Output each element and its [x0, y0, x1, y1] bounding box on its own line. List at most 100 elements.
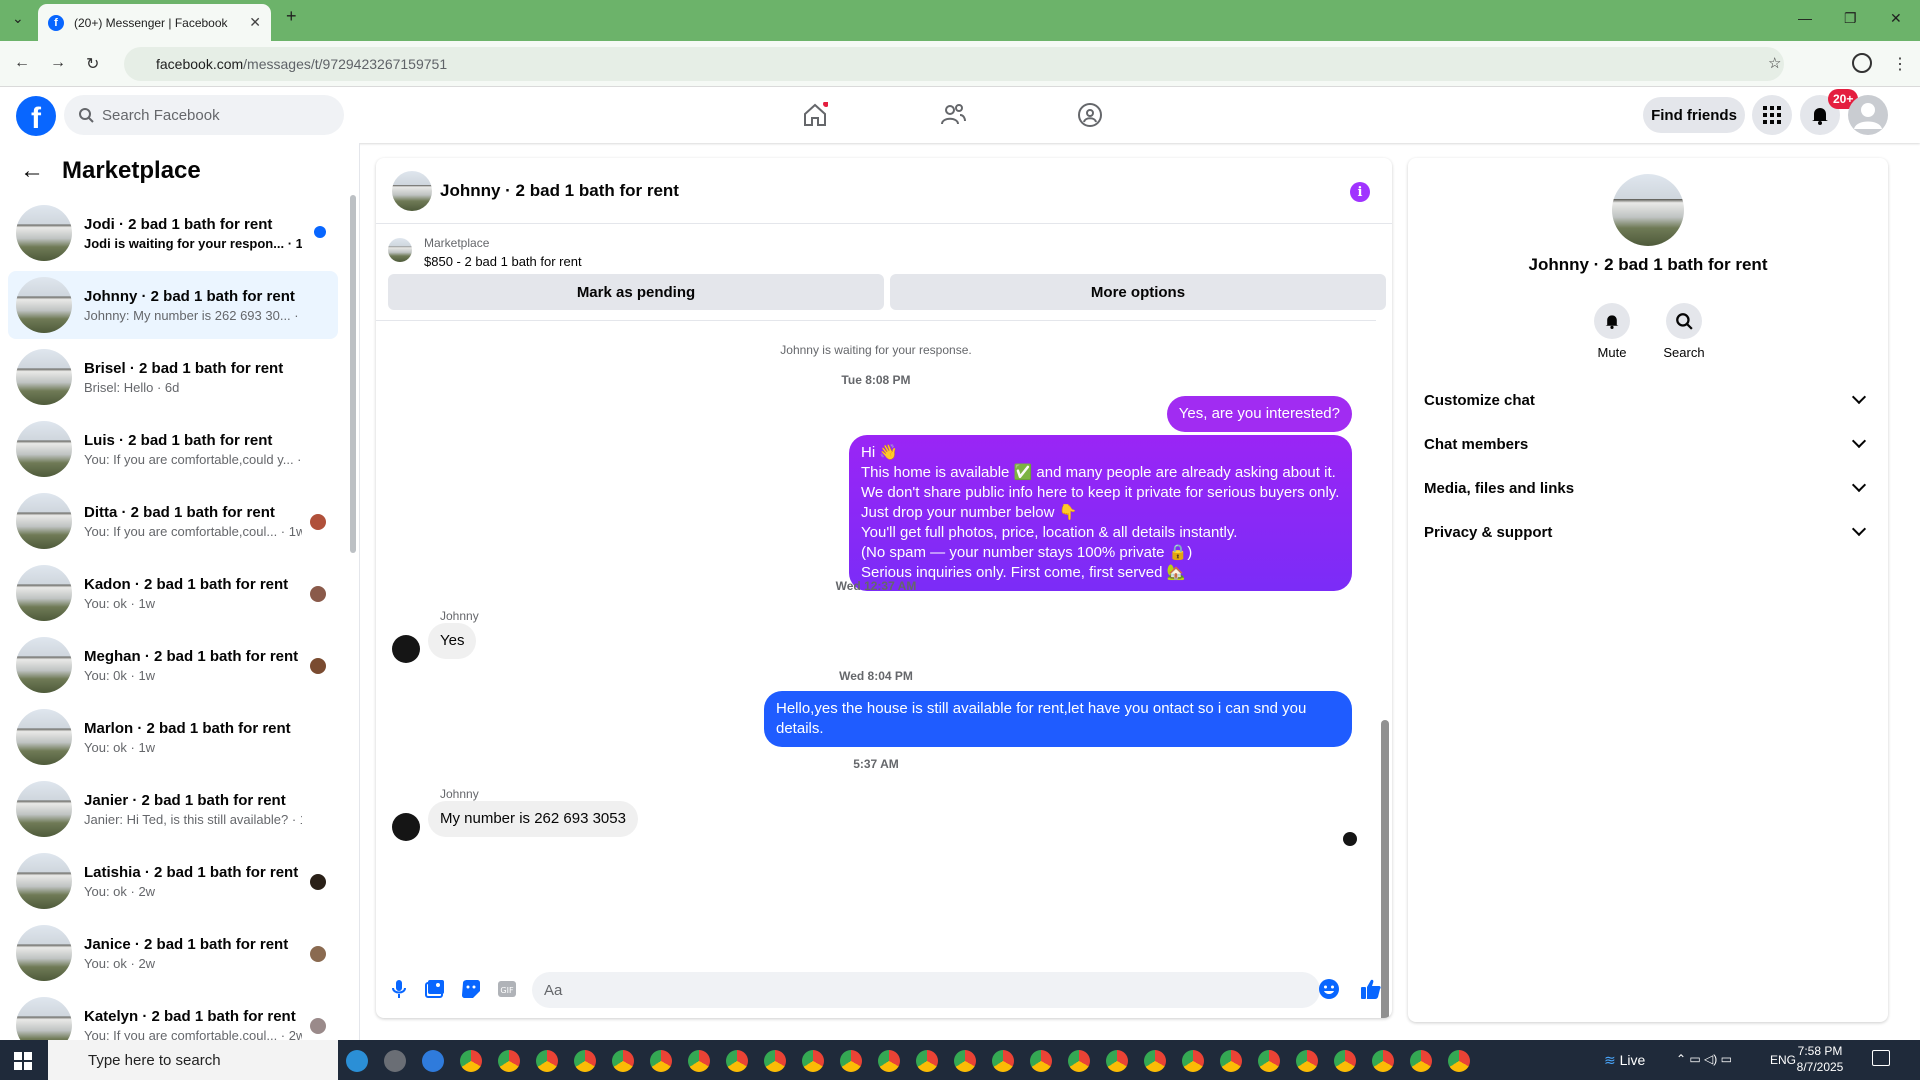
chrome-profile-icon[interactable]: [802, 1050, 824, 1072]
mark-as-pending-button[interactable]: Mark as pending: [388, 274, 884, 310]
new-tab-icon[interactable]: +: [286, 6, 297, 27]
chrome-profile-icon[interactable]: [650, 1050, 672, 1072]
friends-icon[interactable]: [939, 101, 967, 129]
conversation-row[interactable]: Katelyn · 2 bad 1 bath for rent You: If y…: [8, 991, 338, 1040]
conversation-row[interactable]: Brisel · 2 bad 1 bath for rent Brisel: He…: [8, 343, 338, 411]
info-icon[interactable]: i: [1350, 182, 1370, 202]
gif-icon[interactable]: GIF: [494, 976, 520, 1002]
privacy-support-row[interactable]: Privacy & support: [1424, 514, 1872, 550]
back-arrow-icon[interactable]: ←: [14, 54, 30, 72]
bookmark-star-icon[interactable]: ☆: [1768, 54, 1781, 72]
message-input[interactable]: Aa: [532, 972, 1320, 1008]
chrome-profile-icon[interactable]: [1030, 1050, 1052, 1072]
mute-button[interactable]: Mute: [1582, 303, 1642, 360]
chrome-profile-icon[interactable]: [764, 1050, 786, 1072]
customize-chat-row[interactable]: Customize chat: [1424, 382, 1872, 418]
chrome-profile-icon[interactable]: [1410, 1050, 1432, 1072]
conversation-row[interactable]: Janier · 2 bad 1 bath for rent Janier: Hi…: [8, 775, 338, 843]
outgoing-message[interactable]: Hello,yes the house is still available f…: [764, 691, 1352, 747]
conversation-row[interactable]: Jodi · 2 bad 1 bath for rent Jodi is wait…: [8, 199, 338, 267]
chrome-profile-icon[interactable]: [954, 1050, 976, 1072]
like-thumb-icon[interactable]: [1358, 976, 1384, 1002]
windows-start-icon[interactable]: [14, 1052, 32, 1075]
minimize-icon[interactable]: —: [1798, 10, 1812, 26]
chrome-profile-icon[interactable]: [1144, 1050, 1166, 1072]
chrome-profile-icon[interactable]: [498, 1050, 520, 1072]
weather-live[interactable]: ≋ Live: [1604, 1052, 1645, 1069]
incoming-message[interactable]: My number is 262 693 3053: [428, 801, 638, 837]
chrome-profile-icon[interactable]: [726, 1050, 748, 1072]
forward-arrow-icon[interactable]: →: [50, 54, 66, 72]
find-friends-button[interactable]: Find friends: [1643, 97, 1745, 133]
more-options-button[interactable]: More options: [890, 274, 1386, 310]
close-window-icon[interactable]: ✕: [1890, 10, 1902, 27]
taskbar-app-icon[interactable]: [422, 1050, 444, 1072]
outgoing-message[interactable]: Yes, are you interested?: [1166, 396, 1352, 432]
taskbar-search-box[interactable]: Type here to search: [48, 1040, 338, 1080]
tray-icons[interactable]: ⌃ ▭ ◁) ▭: [1676, 1052, 1732, 1066]
conversation-row[interactable]: Janice · 2 bad 1 bath for rent You: ok · …: [8, 919, 338, 987]
chrome-profile-icon[interactable]: [1334, 1050, 1356, 1072]
conversation-row[interactable]: Latishia · 2 bad 1 bath for rent You: ok …: [8, 847, 338, 915]
chrome-menu-icon[interactable]: ⋮: [1892, 54, 1908, 74]
action-center-icon[interactable]: [1872, 1050, 1890, 1066]
chrome-profile-icon[interactable]: [1448, 1050, 1470, 1072]
restore-icon[interactable]: ❐: [1844, 10, 1857, 27]
conversation-row[interactable]: Ditta · 2 bad 1 bath for rent You: If you…: [8, 487, 338, 555]
chrome-profile-icon[interactable]: [840, 1050, 862, 1072]
incoming-message[interactable]: Yes: [428, 623, 477, 659]
groups-icon[interactable]: [1076, 101, 1104, 129]
menu-grid-icon[interactable]: [1752, 95, 1792, 135]
back-arrow-icon[interactable]: ←: [20, 157, 44, 185]
home-icon[interactable]: [801, 101, 829, 129]
outgoing-message[interactable]: Hi 👋 This home is available ✅ and many pe…: [849, 435, 1352, 591]
browser-tab[interactable]: f (20+) Messenger | Facebook ✕: [38, 4, 271, 41]
chrome-profile-icon[interactable]: [460, 1050, 482, 1072]
account-avatar[interactable]: [1848, 95, 1888, 135]
listing-title[interactable]: $850 - 2 bad 1 bath for rent: [424, 254, 582, 269]
conversation-row[interactable]: Kadon · 2 bad 1 bath for rent You: ok · 1…: [8, 559, 338, 627]
facebook-logo[interactable]: f: [16, 96, 56, 136]
photo-icon[interactable]: [422, 976, 448, 1002]
chrome-profile-icon[interactable]: [1258, 1050, 1280, 1072]
chrome-profile-icon[interactable]: [612, 1050, 634, 1072]
chrome-profile-icon[interactable]: [1296, 1050, 1318, 1072]
taskbar-app-icon[interactable]: [384, 1050, 406, 1072]
chat-members-row[interactable]: Chat members: [1424, 426, 1872, 462]
sender-avatar[interactable]: [392, 813, 420, 841]
contact-avatar[interactable]: [1612, 174, 1684, 246]
microphone-icon[interactable]: [386, 976, 412, 1002]
chrome-profile-icon[interactable]: [688, 1050, 710, 1072]
chrome-profile-icon[interactable]: [1106, 1050, 1128, 1072]
conversation-row[interactable]: Marlon · 2 bad 1 bath for rent You: ok · …: [8, 703, 338, 771]
reload-icon[interactable]: ↻: [86, 54, 99, 74]
close-tab-icon[interactable]: ✕: [249, 14, 261, 31]
facebook-search-input[interactable]: Search Facebook: [64, 95, 344, 135]
chrome-profile-icon[interactable]: [916, 1050, 938, 1072]
chrome-profile-icon[interactable]: [1068, 1050, 1090, 1072]
chat-title[interactable]: Johnny · 2 bad 1 bath for rent: [440, 181, 679, 201]
conversation-row[interactable]: Johnny · 2 bad 1 bath for rent Johnny: My…: [8, 271, 338, 339]
conversation-list-scrollbar[interactable]: [350, 195, 356, 553]
search-in-chat-button[interactable]: Search: [1654, 303, 1714, 360]
chat-scrollbar[interactable]: [1378, 320, 1390, 1018]
chrome-profile-icon[interactable]: [878, 1050, 900, 1072]
profile-icon[interactable]: [1852, 53, 1872, 73]
sticker-icon[interactable]: [458, 976, 484, 1002]
chrome-profile-icon[interactable]: [1182, 1050, 1204, 1072]
taskbar-app-icon[interactable]: [346, 1050, 368, 1072]
chrome-profile-icon[interactable]: [574, 1050, 596, 1072]
conversation-row[interactable]: Meghan · 2 bad 1 bath for rent You: 0k · …: [8, 631, 338, 699]
chat-avatar[interactable]: [392, 170, 432, 211]
chrome-profile-icon[interactable]: [536, 1050, 558, 1072]
emoji-icon[interactable]: [1316, 976, 1342, 1002]
chrome-profile-icon[interactable]: [1372, 1050, 1394, 1072]
chrome-profile-icon[interactable]: [992, 1050, 1014, 1072]
media-files-links-row[interactable]: Media, files and links: [1424, 470, 1872, 506]
tab-search-chevron-icon[interactable]: ⌄: [12, 10, 24, 27]
chrome-profile-icon[interactable]: [1220, 1050, 1242, 1072]
listing-thumbnail[interactable]: [388, 238, 412, 262]
url-field[interactable]: facebook.com/messages/t/9729423267159751: [124, 47, 1784, 81]
conversation-row[interactable]: Luis · 2 bad 1 bath for rent You: If you …: [8, 415, 338, 483]
clock[interactable]: 7:58 PM 8/7/2025: [1785, 1043, 1855, 1075]
